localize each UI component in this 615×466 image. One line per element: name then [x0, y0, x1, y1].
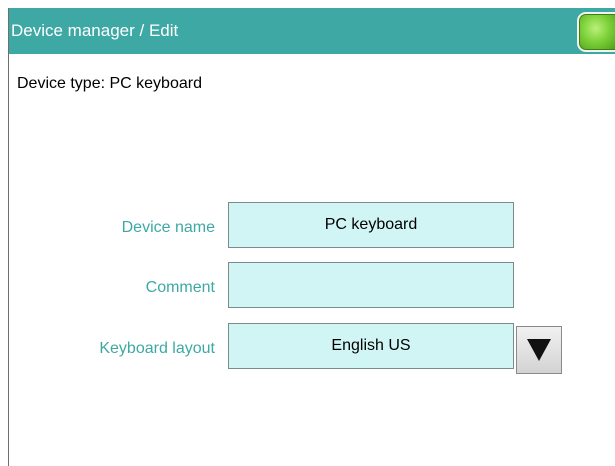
keyboard-layout-field[interactable]: English US	[228, 323, 514, 369]
dialog-window: Device manager / Edit Device type: PC ke…	[8, 8, 615, 466]
keyboard-layout-label: Keyboard layout	[99, 340, 215, 357]
title-bar: Device manager / Edit	[9, 8, 615, 54]
triangle-down-icon	[527, 339, 551, 361]
device-name-value: PC keyboard	[324, 216, 418, 233]
device-type-text: Device type: PC keyboard	[17, 75, 202, 92]
comment-label: Comment	[145, 279, 215, 296]
keyboard-layout-value: English US	[331, 337, 411, 354]
device-name-label: Device name	[121, 219, 215, 236]
comment-field[interactable]	[228, 262, 514, 308]
device-name-field[interactable]: PC keyboard	[228, 202, 514, 248]
home-button[interactable]	[577, 12, 615, 52]
keyboard-layout-dropdown-button[interactable]	[516, 326, 562, 374]
window-title: Device manager / Edit	[11, 21, 179, 40]
